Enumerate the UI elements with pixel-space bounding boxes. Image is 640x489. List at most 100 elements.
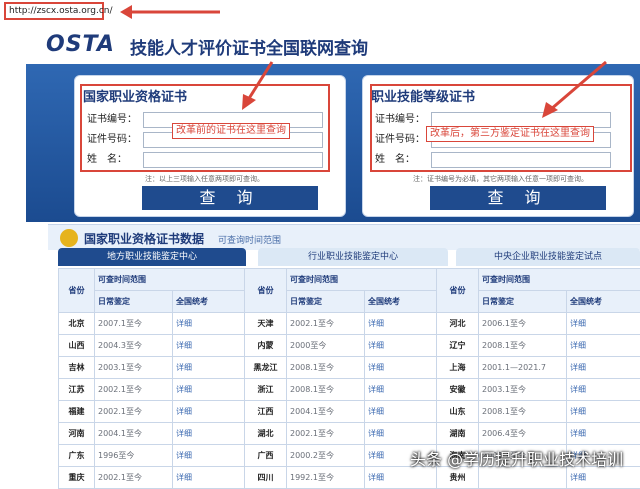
data-section-subtitle: 可查询时间范围	[218, 233, 281, 246]
time-range-cell: 2000.2至今	[287, 445, 365, 467]
detail-link[interactable]: 详细	[567, 379, 640, 401]
detail-link[interactable]: 详细	[567, 401, 640, 423]
time-range-cell: 2004.1至今	[95, 423, 173, 445]
time-range-cell: 2006.1至今	[479, 313, 567, 335]
time-range-cell: 2007.1至今	[95, 313, 173, 335]
province-cell: 重庆	[59, 467, 95, 489]
detail-link[interactable]: 详细	[567, 313, 640, 335]
page-title: 技能人才评价证书全国联网查询	[130, 34, 368, 59]
column-header-range: 可查时间范围	[479, 269, 640, 291]
detail-link[interactable]: 详细	[567, 335, 640, 357]
time-range-cell: 2008.1至今	[479, 401, 567, 423]
url-bar[interactable]: http://zscx.osta.org.cn/	[4, 2, 104, 20]
detail-link[interactable]: 详细	[567, 423, 640, 445]
detail-link[interactable]: 详细	[365, 423, 437, 445]
province-cell: 浙江	[245, 379, 287, 401]
table-row: 吉林2003.1至今详细黑龙江2008.1至今详细上海2001.1—2021.7…	[59, 357, 640, 379]
detail-link[interactable]: 详细	[365, 335, 437, 357]
time-range-cell: 2006.4至今	[479, 423, 567, 445]
panel-note: 注：证书编号为必填，其它两项输入任意一项即可查询。	[413, 174, 588, 184]
table-row: 山西2004.3至今详细内蒙2000至今详细辽宁2008.1至今详细	[59, 335, 640, 357]
province-cell: 河北	[437, 313, 479, 335]
detail-link[interactable]: 详细	[365, 313, 437, 335]
annotation-callout: 改革前的证书在这里查询	[172, 123, 290, 139]
province-cell: 湖北	[245, 423, 287, 445]
time-range-cell: 2003.1至今	[479, 379, 567, 401]
detail-link[interactable]: 详细	[173, 467, 245, 489]
column-header-province: 省份	[59, 269, 95, 313]
osta-logo: OSTA	[46, 32, 115, 57]
province-cell: 江苏	[59, 379, 95, 401]
time-range-cell: 2004.3至今	[95, 335, 173, 357]
column-header-daily: 日常鉴定	[95, 291, 173, 313]
detail-link[interactable]: 详细	[173, 445, 245, 467]
time-range-cell: 2002.1至今	[95, 401, 173, 423]
column-header-national: 全国统考	[567, 291, 640, 313]
time-range-cell: 2001.1—2021.7	[479, 357, 567, 379]
province-cell: 福建	[59, 401, 95, 423]
province-cell: 广西	[245, 445, 287, 467]
province-cell: 天津	[245, 313, 287, 335]
table-row: 河南2004.1至今详细湖北2002.1至今详细湖南2006.4至今详细	[59, 423, 640, 445]
tab-local-centers[interactable]: 地方职业技能鉴定中心	[58, 248, 246, 266]
skill-level-query-button[interactable]: 查 询	[430, 186, 606, 210]
province-cell: 江西	[245, 401, 287, 423]
column-header-daily: 日常鉴定	[479, 291, 567, 313]
column-header-province: 省份	[245, 269, 287, 313]
time-range-cell: 1992.1至今	[287, 467, 365, 489]
qualification-query-button[interactable]: 查 询	[142, 186, 318, 210]
watermark: 头条 @学历提升职业技术培训	[410, 446, 623, 470]
time-range-cell: 2008.1至今	[287, 379, 365, 401]
table-row: 江苏2002.1至今详细浙江2008.1至今详细安徽2003.1至今详细	[59, 379, 640, 401]
column-header-range: 可查时间范围	[287, 269, 437, 291]
detail-link[interactable]: 详细	[365, 357, 437, 379]
annotation-arrow-icon	[540, 60, 610, 120]
annotation-arrow-icon	[120, 2, 230, 22]
province-cell: 河南	[59, 423, 95, 445]
time-range-cell: 2000至今	[287, 335, 365, 357]
table-row: 北京2007.1至今详细天津2002.1至今详细河北2006.1至今详细	[59, 313, 640, 335]
time-range-cell: 2002.1至今	[287, 423, 365, 445]
annotation-arrow-icon	[240, 60, 280, 110]
time-range-cell: 2004.1至今	[287, 401, 365, 423]
province-cell: 山东	[437, 401, 479, 423]
table-row: 福建2002.1至今详细江西2004.1至今详细山东2008.1至今详细	[59, 401, 640, 423]
column-header-national: 全国统考	[365, 291, 437, 313]
time-range-cell: 2002.1至今	[287, 313, 365, 335]
pencil-icon	[60, 229, 78, 247]
detail-link[interactable]: 详细	[173, 357, 245, 379]
province-cell: 黑龙江	[245, 357, 287, 379]
time-range-cell: 1996至今	[95, 445, 173, 467]
detail-link[interactable]: 详细	[365, 379, 437, 401]
detail-link[interactable]: 详细	[173, 401, 245, 423]
detail-link[interactable]: 详细	[173, 379, 245, 401]
province-cell: 四川	[245, 467, 287, 489]
time-range-cell: 2002.1至今	[95, 467, 173, 489]
column-header-daily: 日常鉴定	[287, 291, 365, 313]
detail-link[interactable]: 详细	[173, 335, 245, 357]
tab-industry-centers[interactable]: 行业职业技能鉴定中心	[258, 248, 448, 266]
detail-link[interactable]: 详细	[173, 423, 245, 445]
time-range-cell: 2008.1至今	[287, 357, 365, 379]
column-header-national: 全国统考	[173, 291, 245, 313]
tab-central-enterprise[interactable]: 中央企业职业技能鉴定试点	[456, 248, 640, 266]
province-cell: 湖南	[437, 423, 479, 445]
data-section-header: 国家职业资格证书数据 可查询时间范围	[48, 224, 640, 250]
province-cell: 安徽	[437, 379, 479, 401]
data-section-title: 国家职业资格证书数据	[84, 230, 204, 247]
time-range-cell: 2002.1至今	[95, 379, 173, 401]
province-cell: 北京	[59, 313, 95, 335]
province-cell: 吉林	[59, 357, 95, 379]
province-cell: 辽宁	[437, 335, 479, 357]
column-header-province: 省份	[437, 269, 479, 313]
detail-link[interactable]: 详细	[365, 401, 437, 423]
province-cell: 上海	[437, 357, 479, 379]
column-header-range: 可查时间范围	[95, 269, 245, 291]
detail-link[interactable]: 详细	[173, 313, 245, 335]
detail-link[interactable]: 详细	[567, 357, 640, 379]
province-cell: 内蒙	[245, 335, 287, 357]
time-range-cell: 2008.1至今	[479, 335, 567, 357]
annotation-callout: 改革后，第三方鉴定证书在这里查询	[426, 126, 594, 142]
time-range-cell: 2003.1至今	[95, 357, 173, 379]
province-cell: 广东	[59, 445, 95, 467]
